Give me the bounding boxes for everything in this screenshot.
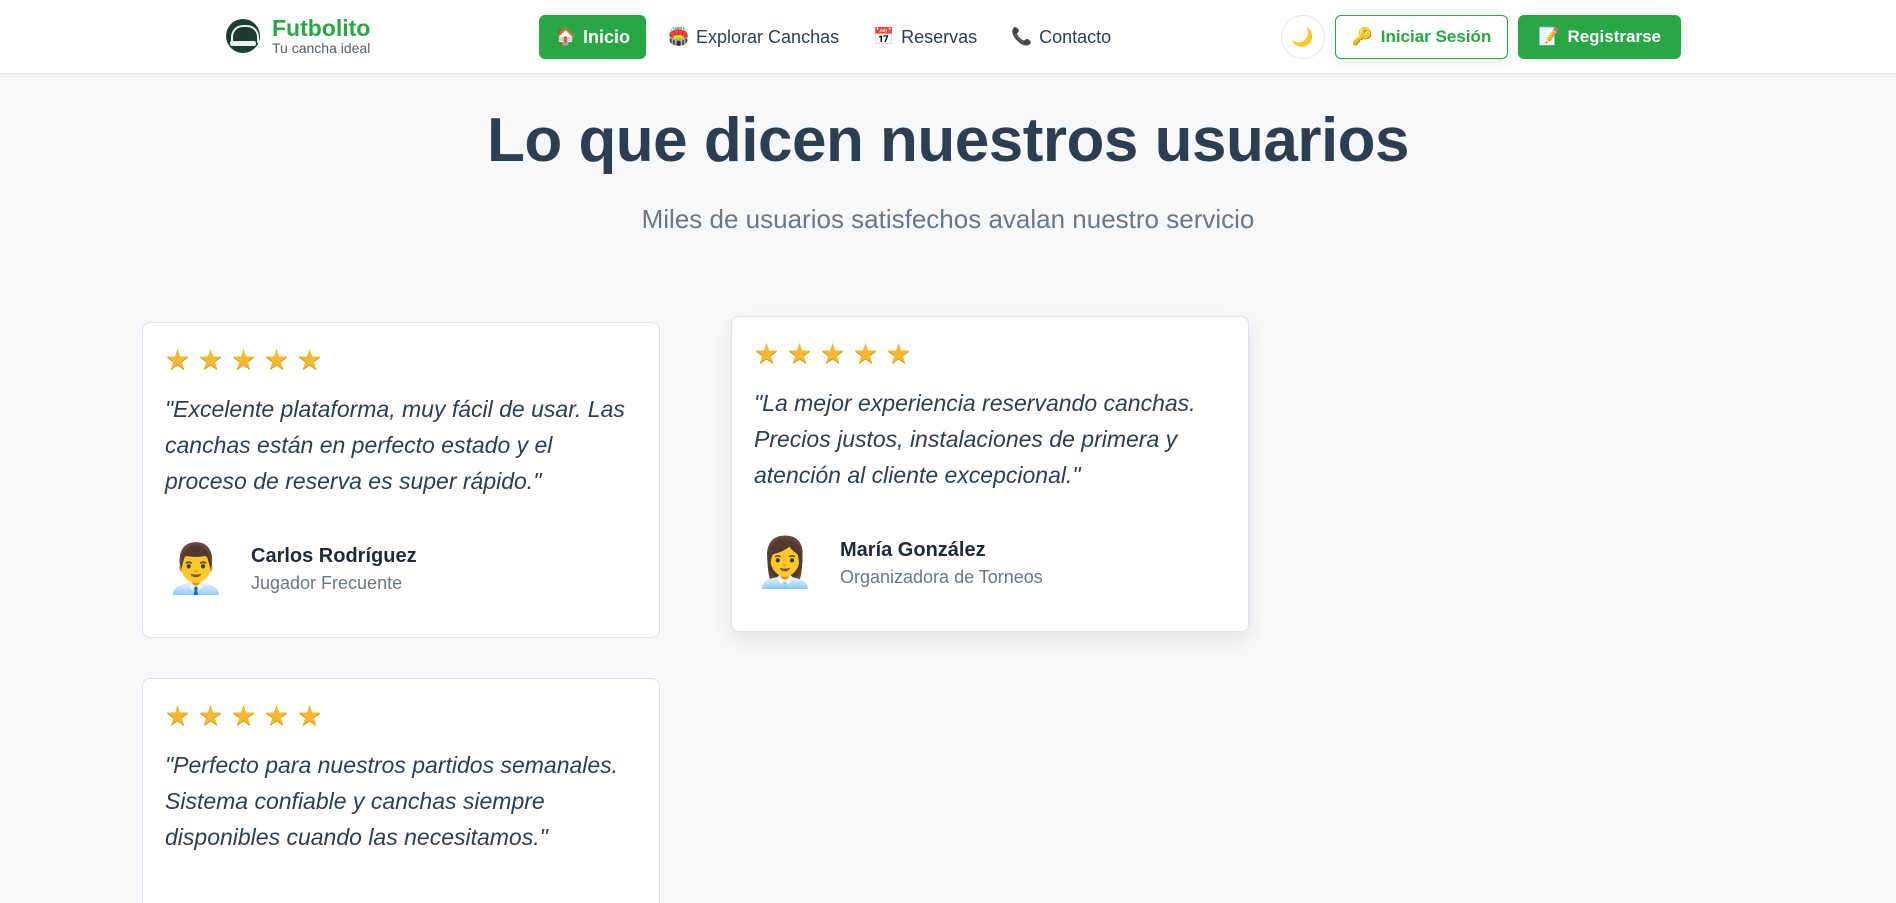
star-icon: ★ xyxy=(198,700,224,731)
author-name: María González xyxy=(840,539,986,561)
star-icon: ★ xyxy=(853,338,879,369)
key-icon: 🔑 xyxy=(1351,27,1373,46)
author-role: Organizadora de Torneos xyxy=(840,567,1043,587)
testimonial-quote: "Perfecto para nuestros partidos semanal… xyxy=(165,752,619,850)
nav-item-reservas[interactable]: 📅 Reservas xyxy=(861,15,989,59)
nav-item-inicio[interactable]: 🏠 Inicio xyxy=(539,15,647,59)
theme-toggle-button[interactable]: 🌙 xyxy=(1280,15,1325,59)
home-icon: 🏠 xyxy=(555,27,577,46)
section-title: Lo que dicen nuestros usuarios xyxy=(486,106,1410,175)
main-nav: 🏠 Inicio 🏟️ Explorar Canchas 📅 Reservas … xyxy=(539,15,1123,59)
stadium-icon xyxy=(226,19,260,53)
nav-item-label: Inicio xyxy=(583,26,631,47)
author-role: Jugador Frecuente xyxy=(251,573,403,593)
nav-item-label: Contacto xyxy=(1039,26,1112,47)
header-actions: 🌙 🔑 Iniciar Sesión 📝 Registrarse xyxy=(1280,15,1681,59)
star-icon: ★ xyxy=(297,344,323,375)
section-subtitle: Miles de usuarios satisfechos avalan nue… xyxy=(641,204,1255,234)
star-icon: ★ xyxy=(231,700,257,731)
star-icon: ★ xyxy=(264,700,290,731)
nav-item-contacto[interactable]: 📞 Contacto xyxy=(999,15,1123,59)
testimonial-card: ★ ★ ★ ★ ★ "Excelente plataforma, muy fác… xyxy=(142,322,660,638)
brand-text: Futbolito Tu cancha ideal xyxy=(272,16,370,56)
nav-item-explorar-canchas[interactable]: 🏟️ Explorar Canchas xyxy=(656,15,851,59)
testimonial-quote: "Excelente plataforma, muy fácil de usar… xyxy=(165,396,625,494)
phone-icon: 📞 xyxy=(1011,27,1033,46)
star-icon: ★ xyxy=(198,344,224,375)
calendar-icon: 📅 xyxy=(873,27,895,46)
nav-item-label: Explorar Canchas xyxy=(696,26,840,47)
avatar: 👩‍💼 xyxy=(755,537,815,590)
author-name: Carlos Rodríguez xyxy=(251,545,417,567)
star-icon: ★ xyxy=(754,338,780,369)
testimonial-quote: "La mejor experiencia reservando canchas… xyxy=(754,390,1196,488)
rating-stars: ★ ★ ★ ★ ★ xyxy=(754,338,1226,369)
testimonial-author: 👩‍💼 María González Organizadora de Torne… xyxy=(754,533,1226,595)
star-icon: ★ xyxy=(231,344,257,375)
star-icon: ★ xyxy=(297,700,323,731)
star-icon: ★ xyxy=(264,344,290,375)
brand-name: Futbolito xyxy=(272,15,371,41)
stadium-icon: 🏟️ xyxy=(668,27,690,46)
navbar: Futbolito Tu cancha ideal 🏠 Inicio 🏟️ Ex… xyxy=(0,0,1896,74)
register-label: Registrarse xyxy=(1567,27,1661,46)
brand-tagline: Tu cancha ideal xyxy=(272,40,371,56)
star-icon: ★ xyxy=(165,344,191,375)
testimonial-card: ★ ★ ★ ★ ★ "Perfecto para nuestros partid… xyxy=(142,678,660,903)
testimonial-card: ★ ★ ★ ★ ★ "La mejor experiencia reservan… xyxy=(731,316,1249,632)
register-button[interactable]: 📝 Registrarse xyxy=(1518,15,1681,59)
star-icon: ★ xyxy=(886,338,912,369)
rating-stars: ★ ★ ★ ★ ★ xyxy=(165,700,637,731)
nav-item-label: Reservas xyxy=(901,26,978,47)
login-label: Iniciar Sesión xyxy=(1380,27,1492,46)
star-icon: ★ xyxy=(787,338,813,369)
rating-stars: ★ ★ ★ ★ ★ xyxy=(165,344,637,375)
login-button[interactable]: 🔑 Iniciar Sesión xyxy=(1334,15,1509,59)
testimonial-author: 👨‍💼 Carlos Rodríguez Jugador Frecuente xyxy=(165,539,637,601)
star-icon: ★ xyxy=(165,700,191,731)
brand[interactable]: Futbolito Tu cancha ideal xyxy=(226,16,370,56)
moon-icon: 🌙 xyxy=(1291,26,1314,47)
star-icon: ★ xyxy=(820,338,846,369)
memo-icon: 📝 xyxy=(1538,27,1560,46)
avatar: 👨‍💼 xyxy=(166,543,226,596)
